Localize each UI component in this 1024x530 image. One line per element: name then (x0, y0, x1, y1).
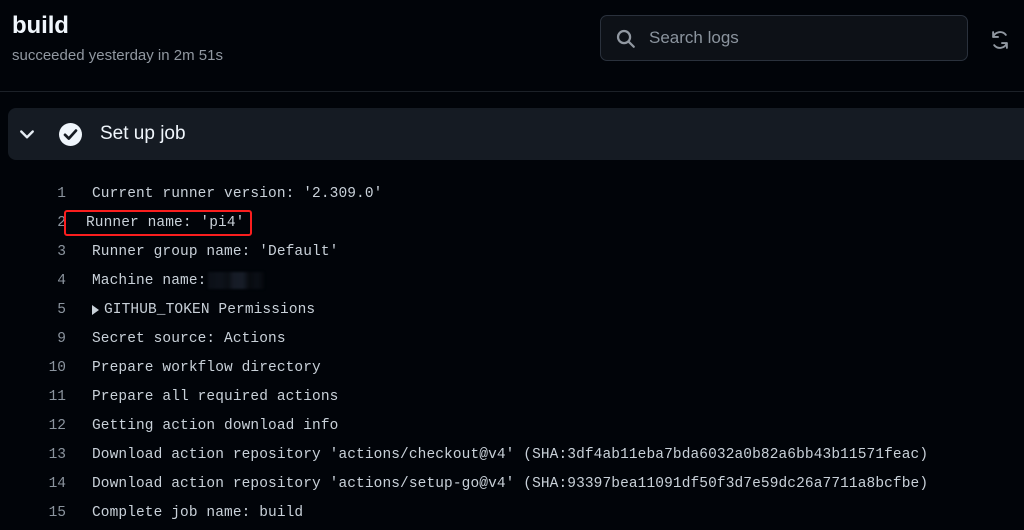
log-line: 3 Runner group name: 'Default' (0, 237, 1024, 266)
log-line-number: 3 (57, 243, 66, 260)
log-line-text: Getting action download info (72, 418, 338, 434)
log-output[interactable]: 1 Current runner version: '2.309.0' 2 Runne… (0, 172, 1024, 530)
search-input[interactable] (649, 16, 953, 60)
log-line-content: Prepare all required actions (92, 388, 339, 405)
log-line: 12 Getting action download info (0, 411, 1024, 440)
log-line: 2 Runner name: 'pi4' (0, 208, 1024, 237)
check-circle-icon (59, 122, 82, 146)
step-header-set-up-job[interactable]: Set up job (8, 108, 1024, 160)
log-line: 13 Download action repository 'actions/ch… (0, 440, 1024, 469)
search-logs-box[interactable] (600, 15, 968, 61)
log-line: 15 Complete job name: build (0, 498, 1024, 527)
refresh-logs-button[interactable] (986, 26, 1014, 54)
log-line-text: Runner group name: 'Default' (72, 244, 338, 260)
workflow-log-viewer: build succeeded yesterday in 2m 51s Sear… (0, 0, 1024, 530)
redacted-value (208, 272, 265, 289)
log-line-number: 1 (57, 185, 66, 202)
log-line: 14 Download action repository 'actions/se… (0, 469, 1024, 498)
log-line: 11 Prepare all required actions (0, 382, 1024, 411)
log-line-number: 15 (48, 504, 66, 521)
log-line-text: Secret source: Actions (72, 331, 286, 347)
log-line: 4 Machine name: (0, 266, 1024, 295)
log-line-number: 10 (48, 359, 66, 376)
job-header: build succeeded yesterday in 2m 51s (0, 0, 1024, 92)
log-line-number: 12 (48, 417, 66, 434)
log-line: 5 GITHUB_TOKEN Permissions (0, 295, 1024, 324)
log-line: 9 Secret source: Actions (0, 324, 1024, 353)
log-line-text: Download action repository 'actions/chec… (72, 447, 928, 463)
job-header-titles: build succeeded yesterday in 2m 51s (12, 10, 223, 67)
log-line-number: 4 (57, 272, 66, 289)
log-line: 1 Current runner version: '2.309.0' (0, 179, 1024, 208)
log-line-collapsible-group[interactable]: GITHUB_TOKEN Permissions (72, 302, 315, 318)
log-line-number: 13 (48, 446, 66, 463)
log-line-content: Runner name: 'pi4' (86, 214, 245, 231)
log-line-content: Download action repository 'actions/setu… (92, 475, 929, 492)
log-line-number: 11 (48, 388, 66, 405)
log-line-number: 2 (57, 214, 66, 231)
log-line-text: Machine name: (72, 272, 265, 289)
log-line-content: Machine name: (92, 272, 207, 289)
search-icon (616, 29, 635, 48)
step-title: Set up job (100, 123, 186, 144)
log-line-content: Secret source: Actions (92, 330, 286, 347)
log-line-content: Download action repository 'actions/chec… (92, 446, 929, 463)
log-line-text: Current runner version: '2.309.0' (72, 186, 382, 202)
log-line-content: Current runner version: '2.309.0' (92, 185, 383, 202)
log-line-content: Runner group name: 'Default' (92, 243, 339, 260)
log-line: 10 Prepare workflow directory (0, 353, 1024, 382)
page-title: build (12, 12, 69, 39)
log-line-text: Prepare all required actions (72, 389, 338, 405)
log-line-text: Prepare workflow directory (72, 360, 321, 376)
log-line-content: Prepare workflow directory (92, 359, 321, 376)
job-status-text: succeeded yesterday in 2m 51s (12, 47, 223, 64)
refresh-icon (992, 31, 1008, 49)
log-line-content: Complete job name: build (92, 504, 304, 521)
log-line-text: Runner name: 'pi4' (63, 209, 253, 236)
log-line-number: 9 (57, 330, 66, 347)
chevron-down-icon[interactable] (17, 124, 37, 144)
triangle-right-icon[interactable] (92, 304, 99, 315)
log-line-text: Download action repository 'actions/setu… (72, 476, 928, 492)
log-line-number: 5 (57, 301, 66, 318)
log-line-content: GITHUB_TOKEN Permissions (104, 301, 316, 318)
log-line-text: Complete job name: build (72, 505, 303, 521)
log-line-number: 14 (48, 475, 66, 492)
log-line-content: Getting action download info (92, 417, 339, 434)
